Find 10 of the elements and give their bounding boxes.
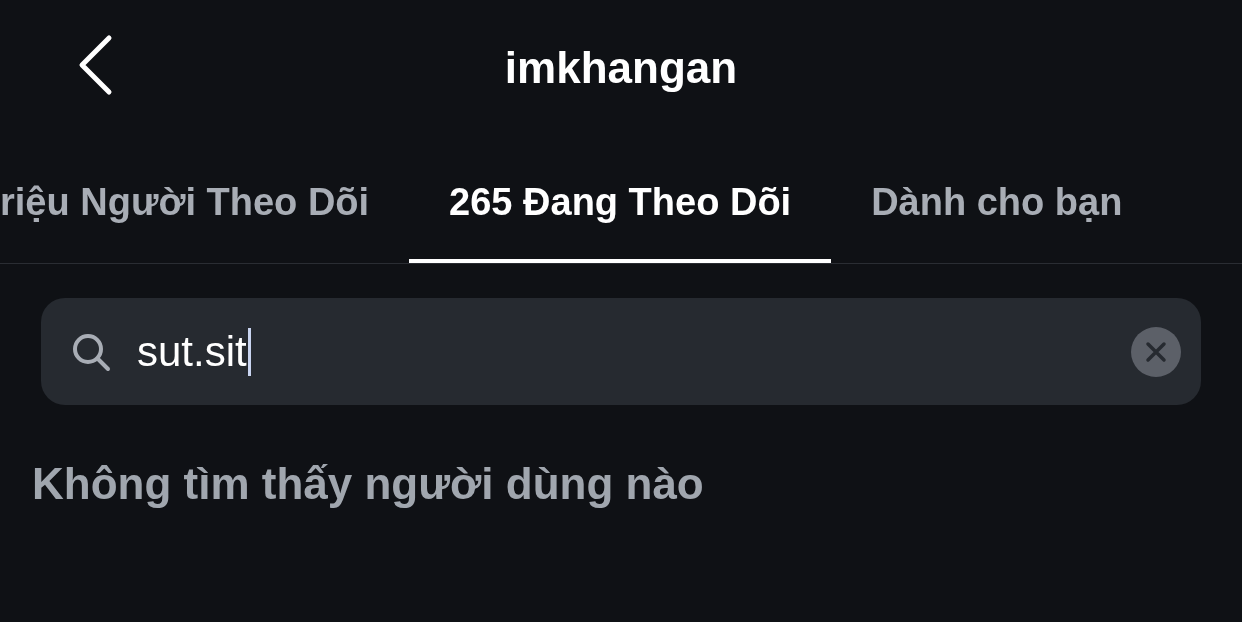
search-text: sut.sit [137,327,247,376]
search-icon [71,331,111,372]
close-icon [1145,340,1167,363]
empty-message: Không tìm thấy người dùng nào [32,459,705,509]
search-field[interactable]: sut.sit [41,298,1201,405]
header-title: imkhangan [504,42,738,93]
tab[interactable]: 265 Đang Theo Dõi [409,135,832,263]
tab[interactable]: Dành cho bạn [831,135,1163,263]
tab[interactable]: riệu Người Theo Dõi [0,135,410,263]
chevron-left-icon [77,34,113,96]
